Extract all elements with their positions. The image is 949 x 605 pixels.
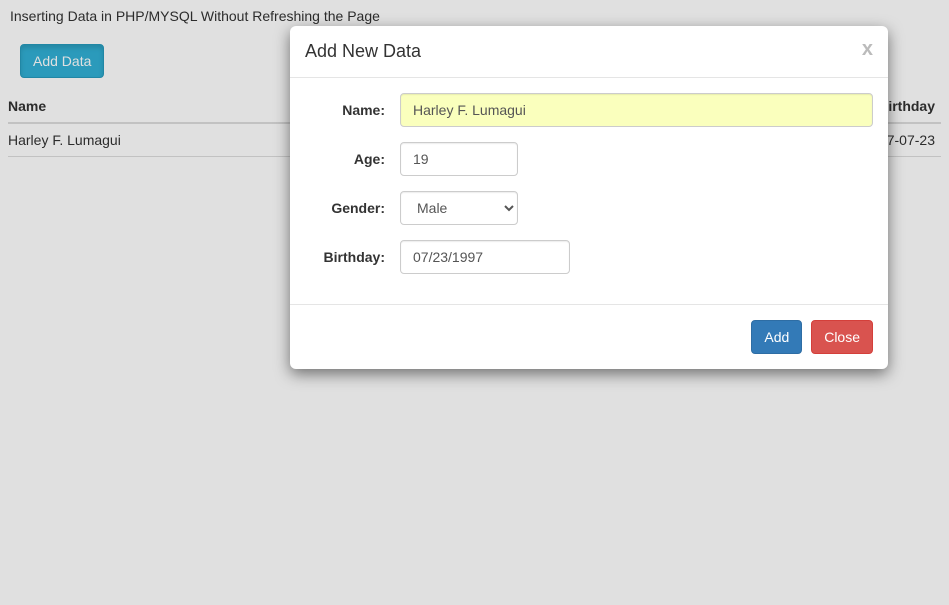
add-button[interactable]: Add: [751, 320, 802, 354]
modal-body: Name: Age: Gender: Male Birthday:: [290, 78, 888, 304]
label-gender: Gender:: [305, 200, 400, 216]
label-birthday: Birthday:: [305, 249, 400, 265]
form-row-age: Age:: [305, 142, 873, 176]
form-row-gender: Gender: Male: [305, 191, 873, 225]
form-row-birthday: Birthday:: [305, 240, 873, 274]
modal-footer: Add Close: [290, 304, 888, 369]
birthday-input[interactable]: [400, 240, 570, 274]
add-data-modal: Add New Data x Name: Age: Gender: Male B…: [290, 26, 888, 369]
modal-header: Add New Data x: [290, 26, 888, 78]
close-button[interactable]: Close: [811, 320, 873, 354]
modal-title: Add New Data: [305, 41, 421, 61]
age-input[interactable]: [400, 142, 518, 176]
label-name: Name:: [305, 102, 400, 118]
name-input[interactable]: [400, 93, 873, 127]
form-row-name: Name:: [305, 93, 873, 127]
close-icon[interactable]: x: [862, 38, 873, 61]
label-age: Age:: [305, 151, 400, 167]
gender-select[interactable]: Male: [400, 191, 518, 225]
